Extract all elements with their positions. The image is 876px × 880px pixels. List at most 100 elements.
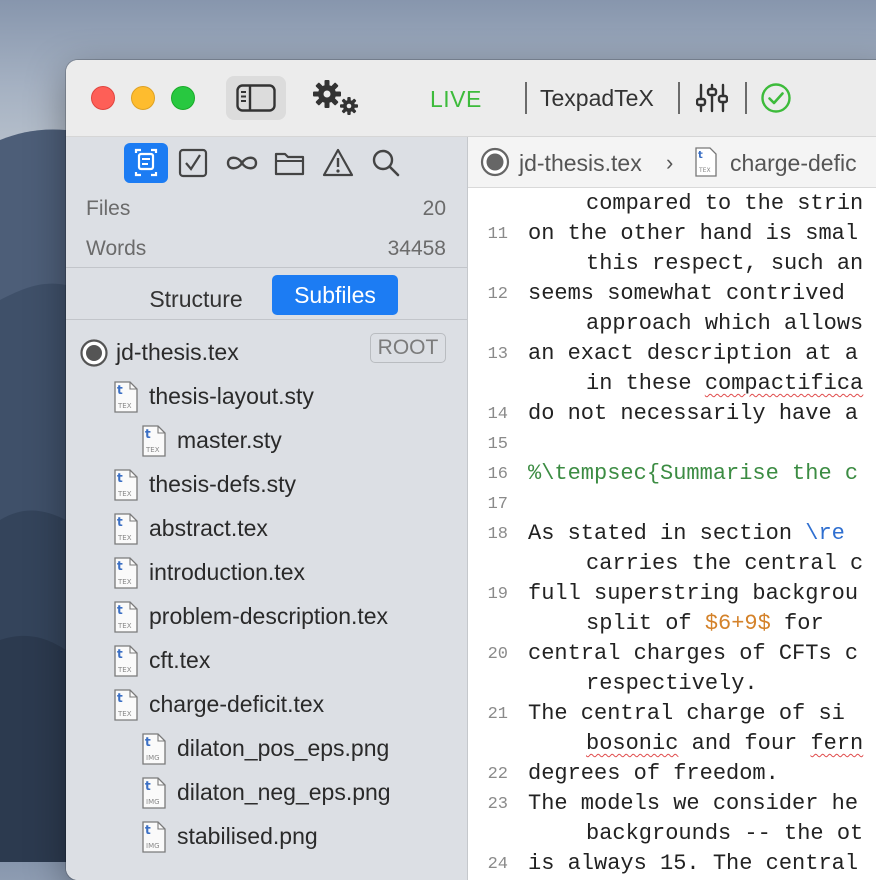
code-text: in these compactifica xyxy=(586,371,863,396)
line-number: 20 xyxy=(487,645,508,664)
svg-text:t: t xyxy=(117,691,123,705)
code-text: compared to the strin xyxy=(586,191,863,216)
line-number: 11 xyxy=(487,225,508,244)
typeset-status-button[interactable] xyxy=(760,82,792,119)
svg-text:IMG: IMG xyxy=(146,754,160,762)
tex-file-icon: t TEX xyxy=(114,645,138,677)
warning-icon xyxy=(322,148,354,177)
tex-file-icon: t TEX xyxy=(114,469,138,501)
code-token: an exact description at a xyxy=(528,341,859,366)
line-number: 17 xyxy=(487,495,508,514)
svg-text:TEX: TEX xyxy=(117,402,132,410)
tab-todo[interactable] xyxy=(172,143,216,183)
code-text: is always 15. The central xyxy=(528,851,858,876)
svg-text:t: t xyxy=(698,150,703,161)
tex-file-icon: t TEX xyxy=(114,381,138,413)
line-number: 14 xyxy=(487,405,508,424)
svg-text:IMG: IMG xyxy=(146,798,160,806)
typesetter-engine-selector[interactable]: TexpadTeX xyxy=(540,85,654,112)
svg-text:t: t xyxy=(117,559,123,573)
subfile-name: cft.tex xyxy=(149,647,211,673)
tex-file-icon: t TEX xyxy=(114,689,138,721)
code-token: on the other hand is smal xyxy=(528,221,859,246)
root-file-icon xyxy=(480,147,510,177)
code-token: %\tempsec{Summarise the c xyxy=(528,461,859,486)
svg-text:TEX: TEX xyxy=(117,666,132,674)
code-token: The models we consider he xyxy=(528,791,859,816)
line-number: 16 xyxy=(487,465,508,484)
svg-text:TEX: TEX xyxy=(117,710,132,718)
tab-outline[interactable] xyxy=(124,143,168,183)
line-number: 24 xyxy=(487,855,508,874)
svg-text:t: t xyxy=(145,427,151,441)
image-file-icon: t IMG xyxy=(142,777,166,809)
tab-references[interactable] xyxy=(220,143,264,183)
tab-search[interactable] xyxy=(364,143,408,183)
code-token: $6+9$ xyxy=(704,611,771,636)
breadcrumb-root-file[interactable]: jd-thesis.tex xyxy=(519,150,642,177)
code-text: central charges of CFTs c xyxy=(528,641,858,666)
code-text: %\tempsec{Summarise the c xyxy=(528,461,858,486)
svg-text:IMG: IMG xyxy=(146,842,160,850)
svg-text:t: t xyxy=(117,647,123,661)
svg-text:t: t xyxy=(145,779,151,793)
line-number: 19 xyxy=(487,585,508,604)
code-token: approach which allows xyxy=(586,311,864,336)
zoom-window-button[interactable] xyxy=(171,86,195,110)
code-token: \re xyxy=(805,521,845,546)
tab-files[interactable] xyxy=(268,143,312,183)
toolbar-separator xyxy=(678,82,680,114)
minimize-window-button[interactable] xyxy=(131,86,155,110)
tab-issues[interactable] xyxy=(316,143,360,183)
search-icon xyxy=(372,149,400,177)
toolbar-separator xyxy=(525,82,527,114)
divider xyxy=(66,267,467,268)
breadcrumb-current-file[interactable]: charge-defic xyxy=(730,150,857,177)
settings-gears-button[interactable] xyxy=(313,80,361,121)
code-token: seems somewhat contrived xyxy=(528,281,845,306)
subfile-name: jd-thesis.tex xyxy=(116,339,239,365)
tex-file-icon: t TEX xyxy=(114,513,138,545)
subfile-name: master.sty xyxy=(177,427,282,453)
root-file-icon xyxy=(80,339,108,367)
code-text: this respect, such an xyxy=(586,251,863,276)
live-typesetting-toggle[interactable]: LIVE xyxy=(430,86,482,113)
tex-file-icon: t TEX xyxy=(114,557,138,589)
todo-checkbox-icon xyxy=(178,148,208,178)
code-text: approach which allows xyxy=(586,311,863,336)
svg-text:t: t xyxy=(145,735,151,749)
sidebar-toggle-button[interactable] xyxy=(226,76,286,120)
svg-text:TEX: TEX xyxy=(117,534,132,542)
svg-text:t: t xyxy=(145,823,151,837)
tex-file-icon: t TEX xyxy=(695,147,717,177)
svg-text:TEX: TEX xyxy=(698,167,711,174)
subfile-name: thesis-defs.sty xyxy=(149,471,296,497)
words-count: 34458 xyxy=(387,237,446,260)
subfile-name: dilaton_neg_eps.png xyxy=(177,779,391,805)
svg-text:TEX: TEX xyxy=(145,446,160,454)
sidebar: Files 20 Words 34458 Structure Subfiles … xyxy=(66,137,468,880)
close-window-button[interactable] xyxy=(91,86,115,110)
files-label: Files xyxy=(86,197,131,220)
code-text: respectively. xyxy=(586,671,758,696)
code-token: full superstring backgrou xyxy=(528,581,859,606)
typeset-options-button[interactable] xyxy=(695,83,729,118)
code-editor[interactable]: compared to the strin 11 on the other hand… xyxy=(468,191,876,880)
code-text: seems somewhat contrived xyxy=(528,281,845,306)
image-file-icon: t IMG xyxy=(142,821,166,853)
svg-text:TEX: TEX xyxy=(117,622,132,630)
code-token: do not necessarily have a xyxy=(528,401,859,426)
code-token: central charges of CFTs c xyxy=(528,641,859,666)
checkmark-circle-icon xyxy=(761,83,791,113)
code-text: backgrounds -- the ot xyxy=(586,821,863,846)
code-text: The central charge of si xyxy=(528,701,845,726)
subfile-name: abstract.tex xyxy=(149,515,268,541)
code-token: As stated in section xyxy=(528,521,806,546)
segment-subfiles[interactable]: Subfiles xyxy=(272,275,398,315)
code-token: this respect, such an xyxy=(586,251,864,276)
segment-structure[interactable]: Structure xyxy=(126,280,266,318)
code-token: degrees of freedom. xyxy=(528,761,779,786)
svg-text:t: t xyxy=(117,603,123,617)
root-badge: ROOT xyxy=(370,333,446,363)
words-label: Words xyxy=(86,237,147,260)
